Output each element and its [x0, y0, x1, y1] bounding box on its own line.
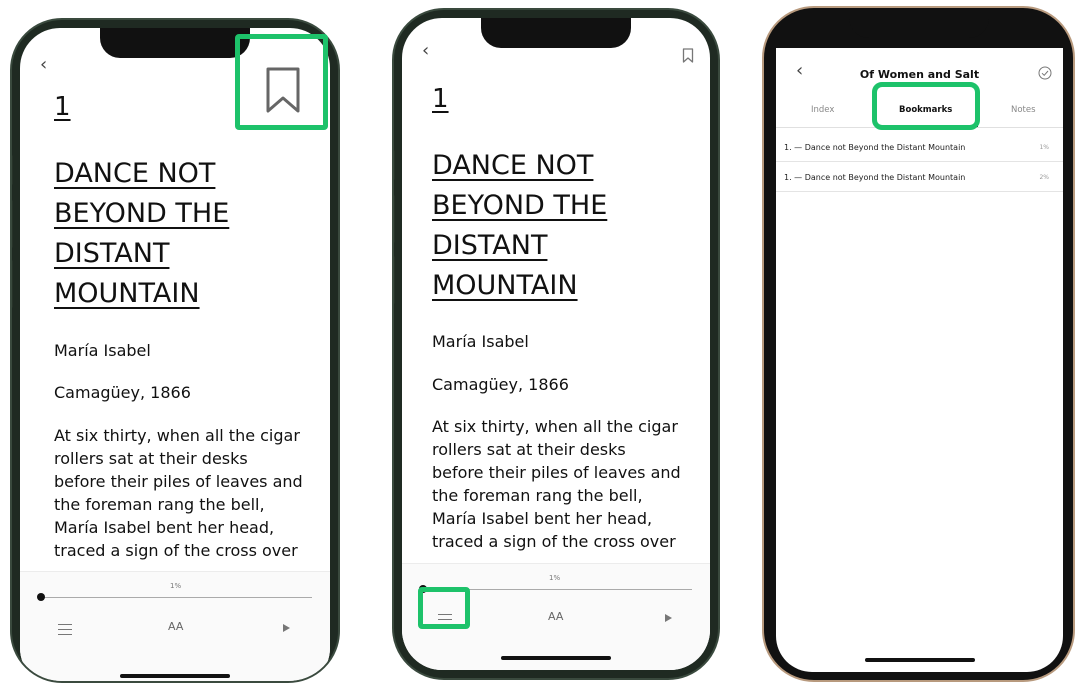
author-line: María Isabel: [432, 332, 529, 351]
home-indicator: [501, 656, 611, 660]
home-indicator: [120, 674, 230, 678]
chapter-number: 1: [432, 84, 449, 114]
play-icon[interactable]: [665, 614, 672, 622]
progress-percent: 1%: [549, 574, 561, 582]
notch: [848, 8, 989, 38]
bookmarks-tab-highlight: [872, 82, 980, 130]
bookmark-label: 1. — Dance not Beyond the Distant Mounta…: [784, 143, 966, 152]
notch: [100, 28, 250, 58]
place-line: Camagüey, 1866: [54, 383, 191, 402]
notch: [481, 18, 631, 48]
author-line: María Isabel: [54, 341, 151, 360]
bookmark-highlight: [235, 34, 328, 130]
volume-down-button: [12, 260, 13, 308]
volume-up-button: [394, 195, 395, 243]
volume-down-button: [394, 256, 395, 304]
list-item[interactable]: 1. — Dance not Beyond the Distant Mounta…: [776, 134, 1063, 162]
toc-highlight: [418, 587, 470, 629]
chapter-title: DANCE NOT BEYOND THE DISTANT MOUNTAIN: [54, 158, 230, 309]
progress-percent: 1%: [170, 582, 182, 590]
bookmark-percent: 2%: [1039, 174, 1049, 181]
body-paragraph: At six thirty, when all the cigar roller…: [54, 426, 303, 560]
tab-notes[interactable]: Notes: [1011, 105, 1036, 115]
chapter-number: 1: [54, 92, 71, 122]
place-line: Camagüey, 1866: [432, 375, 569, 394]
volume-up-button: [12, 200, 13, 248]
list-item[interactable]: 1. — Dance not Beyond the Distant Mounta…: [776, 164, 1063, 192]
chapter-title: DANCE NOT BEYOND THE DISTANT MOUNTAIN: [432, 150, 608, 301]
font-size-icon[interactable]: AA: [548, 610, 563, 623]
table-of-contents-icon[interactable]: [58, 624, 72, 636]
bookmark-percent: 1%: [1039, 144, 1049, 151]
body-paragraph: At six thirty, when all the cigar roller…: [432, 417, 681, 551]
tab-index[interactable]: Index: [811, 105, 834, 115]
progress-knob[interactable]: [36, 593, 45, 601]
play-icon[interactable]: [283, 624, 290, 632]
side-button: [394, 150, 395, 180]
back-chevron-icon[interactable]: ‹: [422, 42, 429, 60]
progress-track[interactable]: [38, 597, 312, 598]
reader-footer: 1% AA: [20, 571, 330, 681]
font-size-icon[interactable]: AA: [168, 620, 183, 633]
bookmark-icon[interactable]: [682, 48, 694, 63]
side-button: [12, 155, 13, 185]
phone-reader-toc: ‹ 1 DANCE NOT BEYOND THE DISTANT MOUNTAI…: [392, 8, 720, 680]
home-indicator: [864, 658, 975, 662]
bookmark-label: 1. — Dance not Beyond the Distant Mounta…: [784, 173, 966, 182]
bookmarks-screen: ‹ Of Women and Salt Index Bookmarks Note…: [776, 48, 1063, 672]
reader-screen: ‹ 1 DANCE NOT BEYOND THE DISTANT MOUNTAI…: [402, 18, 710, 670]
checkmark-circle-icon[interactable]: [1038, 66, 1052, 80]
back-chevron-icon[interactable]: ‹: [40, 56, 47, 74]
book-title: Of Women and Salt: [859, 68, 980, 81]
